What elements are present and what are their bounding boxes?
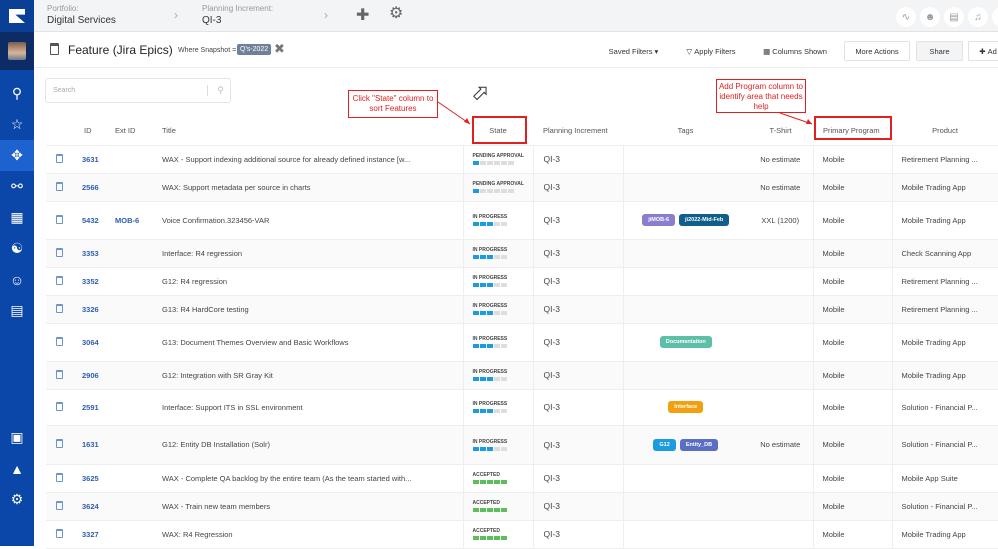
annotation-arrows (437, 101, 813, 125)
